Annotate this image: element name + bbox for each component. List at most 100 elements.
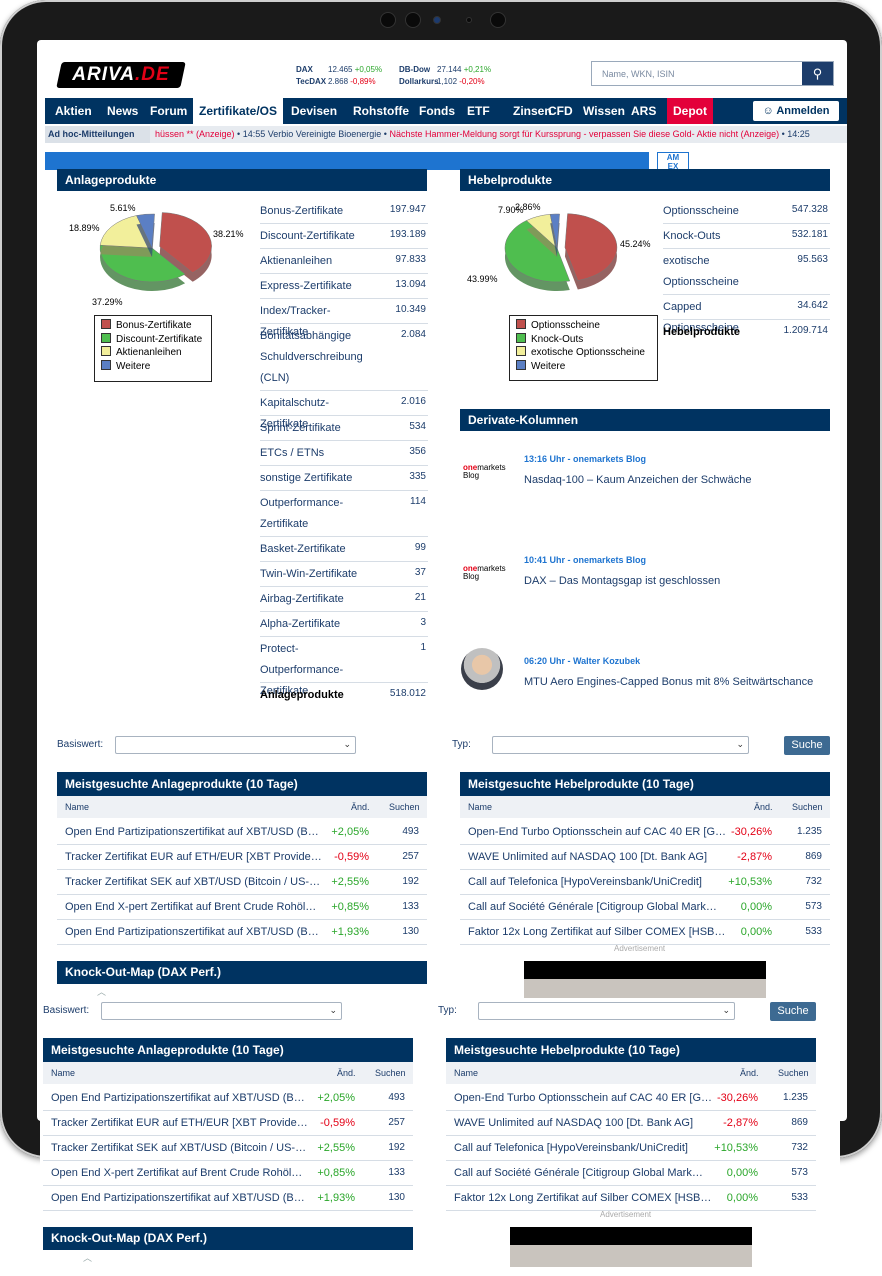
stat-label[interactable]: Discount-Zertifikate	[260, 226, 368, 247]
table-row[interactable]: Open End Partizipationszertifikat auf XB…	[57, 920, 427, 945]
nav-item-fonds[interactable]: Fonds	[413, 98, 461, 124]
nav-item-aktien[interactable]: Aktien	[49, 98, 98, 124]
stat-row[interactable]: sonstige Zertifikate 335	[260, 466, 428, 491]
product-name[interactable]: Open End Partizipationszertifikat auf XB…	[51, 1086, 305, 1110]
nav-item-news[interactable]: News	[101, 98, 144, 124]
stat-row[interactable]: exotische Optionsscheine 95.563	[663, 249, 830, 295]
stat-row[interactable]: Bonus-Zertifikate 197.947	[260, 199, 428, 224]
product-name[interactable]: Call auf Société Générale [Citigroup Glo…	[468, 895, 717, 919]
basiswert-select[interactable]: ⌄	[115, 736, 356, 754]
search-button[interactable]: Suche	[784, 736, 830, 755]
nav-item-cfd[interactable]: CFD	[542, 98, 579, 124]
ad-banner[interactable]	[45, 152, 649, 170]
search-button[interactable]: Suche	[770, 1002, 816, 1021]
stat-row[interactable]: ETCs / ETNs 356	[260, 441, 428, 466]
product-name[interactable]: Faktor 12x Long Zertifikat auf Silber CO…	[454, 1186, 711, 1210]
stat-label[interactable]: Alpha-Zertifikate	[260, 614, 368, 635]
product-name[interactable]: Call auf Telefonica [HypoVereinsbank/Uni…	[454, 1136, 688, 1160]
nav-item-depot[interactable]: Depot	[667, 98, 713, 124]
stat-label[interactable]: Outperformance-Zertifikate	[260, 493, 368, 535]
table-row[interactable]: Open-End Turbo Optionsschein auf CAC 40 …	[460, 820, 830, 845]
table-row[interactable]: Faktor 12x Long Zertifikat auf Silber CO…	[460, 920, 830, 945]
column-time[interactable]: 06:20 Uhr - Walter Kozubek	[524, 656, 640, 666]
adhoc-label[interactable]: Ad hoc-Mitteilungen	[45, 126, 150, 143]
column-time[interactable]: 13:16 Uhr - onemarkets Blog	[524, 454, 646, 464]
stat-row[interactable]: Basket-Zertifikate 99	[260, 537, 428, 562]
stat-row[interactable]: Optionsscheine 547.328	[663, 199, 830, 224]
product-name[interactable]: Open End X-pert Zertifikat auf Brent Cru…	[51, 1161, 302, 1185]
product-name[interactable]: Call auf Telefonica [HypoVereinsbank/Uni…	[468, 870, 702, 894]
product-name[interactable]: Tracker Zertifikat SEK auf XBT/USD (Bitc…	[51, 1136, 306, 1160]
ticker-block-left[interactable]: DAX 12.465 +0,05% TecDAX 2.868 -0,89%	[296, 64, 382, 88]
stat-label[interactable]: sonstige Zertifikate	[260, 468, 368, 489]
stat-row[interactable]: Aktienanleihen 97.833	[260, 249, 428, 274]
search-input[interactable]: Name, WKN, ISIN	[602, 69, 675, 79]
product-name[interactable]: Tracker Zertifikat EUR auf ETH/EUR [XBT …	[51, 1111, 308, 1135]
stat-label[interactable]: Express-Zertifikate	[260, 276, 368, 297]
table-row[interactable]: Open End X-pert Zertifikat auf Brent Cru…	[57, 895, 427, 920]
stat-label[interactable]: Twin-Win-Zertifikate	[260, 564, 368, 585]
column-time[interactable]: 10:41 Uhr - onemarkets Blog	[524, 555, 646, 565]
column-title[interactable]: MTU Aero Engines-Capped Bonus mit 8% Sei…	[524, 676, 813, 688]
typ-select[interactable]: ⌄	[478, 1002, 735, 1020]
stat-row[interactable]: Sprint-Zertifikate 534	[260, 416, 428, 441]
stat-label[interactable]: Optionsscheine	[663, 201, 770, 222]
stat-row[interactable]: Knock-Outs 532.181	[663, 224, 830, 249]
stat-label[interactable]: ETCs / ETNs	[260, 443, 368, 464]
stat-label[interactable]: Aktienanleihen	[260, 251, 368, 272]
table-row[interactable]: Tracker Zertifikat SEK auf XBT/USD (Bitc…	[57, 870, 427, 895]
nav-item-wissen[interactable]: Wissen	[577, 98, 631, 124]
stat-row[interactable]: Capped Optionsscheine 34.642	[663, 295, 830, 334]
basiswert-select[interactable]: ⌄	[101, 1002, 342, 1020]
stat-row[interactable]: Twin-Win-Zertifikate 37	[260, 562, 428, 587]
stat-label[interactable]: Bonus-Zertifikate	[260, 201, 368, 222]
table-row[interactable]: Call auf Telefonica [HypoVereinsbank/Uni…	[460, 870, 830, 895]
product-name[interactable]: Tracker Zertifikat SEK auf XBT/USD (Bitc…	[65, 870, 320, 894]
advertisement-box[interactable]	[510, 1227, 752, 1267]
search-box[interactable]: Name, WKN, ISIN ⚲	[591, 61, 834, 86]
product-name[interactable]: Open-End Turbo Optionsschein auf CAC 40 …	[468, 820, 726, 844]
table-row[interactable]: Open-End Turbo Optionsschein auf CAC 40 …	[446, 1086, 816, 1111]
ariva-logo[interactable]: ARIVA.DE	[56, 62, 186, 88]
stat-label[interactable]: exotische Optionsscheine	[663, 251, 770, 293]
nav-item-etf[interactable]: ETF	[461, 98, 496, 124]
nav-item-ars[interactable]: ARS	[625, 98, 662, 124]
adhoc-ticker-text[interactable]: hüssen ** (Anzeige) • 14:55 Verbio Verei…	[155, 126, 810, 143]
stat-label[interactable]: Knock-Outs	[663, 226, 770, 247]
nav-item-forum[interactable]: Forum	[144, 98, 193, 124]
product-name[interactable]: WAVE Unlimited auf NASDAQ 100 [Dt. Bank …	[468, 845, 707, 869]
search-icon[interactable]: ⚲	[802, 62, 833, 85]
table-row[interactable]: Open End Partizipationszertifikat auf XB…	[43, 1086, 413, 1111]
advertisement-box[interactable]	[524, 961, 766, 1001]
column-title[interactable]: DAX – Das Montagsgap ist geschlossen	[524, 575, 720, 587]
stat-label[interactable]: Basket-Zertifikate	[260, 539, 368, 560]
table-row[interactable]: Call auf Telefonica [HypoVereinsbank/Uni…	[446, 1136, 816, 1161]
column-title[interactable]: Nasdaq-100 – Kaum Anzeichen der Schwäche	[524, 474, 751, 486]
login-button[interactable]: ☺ Anmelden	[753, 101, 839, 121]
table-row[interactable]: Open End Partizipationszertifikat auf XB…	[43, 1186, 413, 1211]
stat-row[interactable]: Discount-Zertifikate 193.189	[260, 224, 428, 249]
product-name[interactable]: Open End Partizipationszertifikat auf XB…	[65, 920, 319, 944]
stat-row[interactable]: Outperformance-Zertifikate 114	[260, 491, 428, 537]
product-name[interactable]: Open End Partizipationszertifikat auf XB…	[51, 1186, 305, 1210]
stat-label[interactable]: Sprint-Zertifikate	[260, 418, 368, 439]
ticker-block-right[interactable]: DB-Dow 27.144 +0,21% Dollarkurs1,102 -0,2…	[399, 64, 491, 88]
product-name[interactable]: Faktor 12x Long Zertifikat auf Silber CO…	[468, 920, 725, 944]
stat-row[interactable]: Index/Tracker-Zertifikate 10.349	[260, 299, 428, 338]
table-row[interactable]: WAVE Unlimited auf NASDAQ 100 [Dt. Bank …	[446, 1111, 816, 1136]
product-name[interactable]: Open End X-pert Zertifikat auf Brent Cru…	[65, 895, 316, 919]
table-row[interactable]: Faktor 12x Long Zertifikat auf Silber CO…	[446, 1186, 816, 1211]
stat-row[interactable]: Protect-Outperformance-Zertifikate 1	[260, 637, 428, 697]
table-row[interactable]: Open End Partizipationszertifikat auf XB…	[57, 820, 427, 845]
table-row[interactable]: Tracker Zertifikat EUR auf ETH/EUR [XBT …	[43, 1111, 413, 1136]
stat-row[interactable]: Kapitalschutz-Zertifikate 2.016	[260, 391, 428, 430]
product-name[interactable]: Tracker Zertifikat EUR auf ETH/EUR [XBT …	[65, 845, 322, 869]
nav-item-zertifikateos[interactable]: Zertifikate/OS	[193, 98, 284, 124]
stat-label[interactable]: Bonitätsabhängige Schuldverschreibung (C…	[260, 326, 368, 389]
stat-row[interactable]: Bonitätsabhängige Schuldverschreibung (C…	[260, 324, 428, 391]
table-row[interactable]: Tracker Zertifikat EUR auf ETH/EUR [XBT …	[57, 845, 427, 870]
table-row[interactable]: WAVE Unlimited auf NASDAQ 100 [Dt. Bank …	[460, 845, 830, 870]
stat-row[interactable]: Express-Zertifikate 13.094	[260, 274, 428, 299]
nav-item-rohstoffe[interactable]: Rohstoffe	[347, 98, 415, 124]
stat-row[interactable]: Airbag-Zertifikate 21	[260, 587, 428, 612]
